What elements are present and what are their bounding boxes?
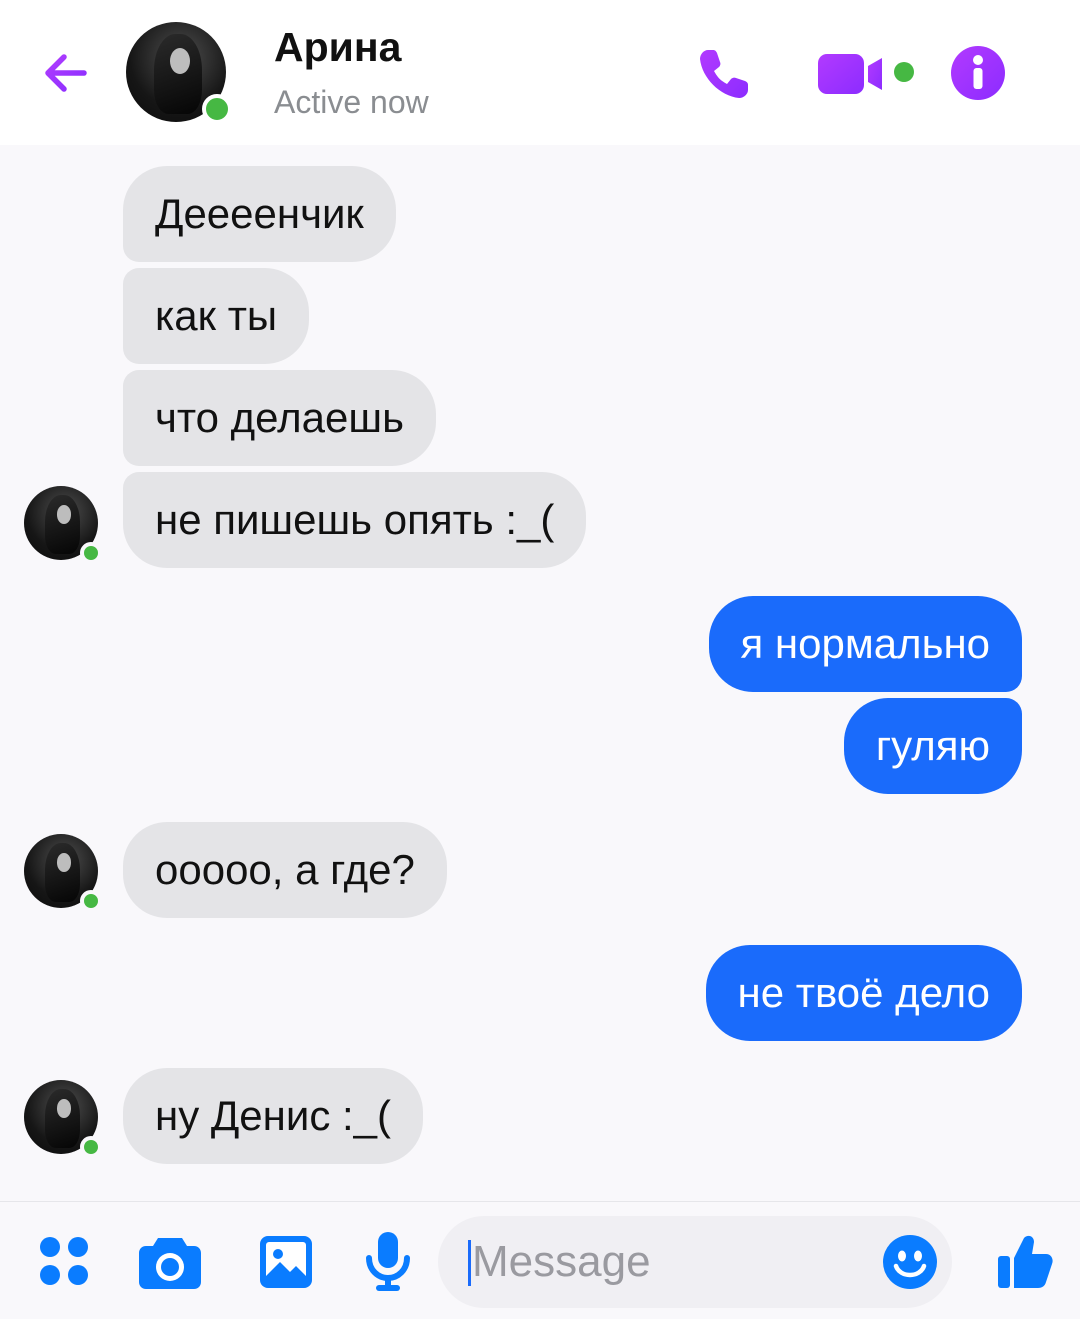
video-camera-icon [818, 54, 914, 94]
phone-icon [700, 50, 748, 98]
sender-avatar[interactable] [24, 486, 102, 564]
microphone-icon [366, 1232, 410, 1291]
online-indicator [80, 1136, 102, 1158]
conversation-info-button[interactable] [950, 45, 1006, 101]
voice-message-button[interactable] [364, 1230, 412, 1297]
contact-name[interactable]: Арина [274, 24, 401, 71]
image-icon [260, 1236, 312, 1288]
contact-status: Active now [274, 84, 429, 120]
back-button[interactable] [40, 48, 90, 98]
incoming-message-bubble[interactable]: что делаешь [123, 370, 436, 466]
arrow-left-icon [45, 54, 87, 92]
audio-call-button[interactable] [694, 44, 754, 104]
apps-button[interactable] [38, 1235, 94, 1292]
message-placeholder: Message [472, 1237, 651, 1286]
sender-avatar[interactable] [24, 834, 102, 912]
camera-button[interactable] [138, 1234, 202, 1295]
incoming-message-bubble[interactable]: Деееенчик [123, 166, 396, 262]
outgoing-message-bubble[interactable]: я нормально [708, 596, 1022, 692]
online-indicator [202, 94, 232, 124]
camera-icon [139, 1238, 201, 1289]
incoming-message-bubble[interactable]: ооооо, а где? [123, 822, 447, 918]
smiley-icon [883, 1235, 937, 1289]
sender-avatar[interactable] [24, 1080, 102, 1158]
chat-header: Арина Active now [0, 0, 1080, 145]
composer-bar: Message [0, 1201, 1080, 1319]
online-indicator [80, 890, 102, 912]
message-input[interactable]: Message [438, 1216, 952, 1308]
contact-avatar[interactable] [126, 22, 232, 124]
thumbs-up-icon [998, 1235, 1053, 1288]
emoji-button[interactable] [882, 1234, 938, 1290]
info-icon [951, 46, 1005, 100]
online-indicator [80, 542, 102, 564]
video-call-button[interactable] [816, 50, 916, 100]
outgoing-message-bubble[interactable]: гуляю [843, 698, 1022, 794]
outgoing-message-bubble[interactable]: не твоё дело [705, 945, 1022, 1041]
text-caret [468, 1240, 471, 1286]
incoming-message-bubble[interactable]: не пишешь опять :_( [123, 472, 587, 568]
like-button[interactable] [996, 1232, 1054, 1295]
gallery-button[interactable] [258, 1232, 314, 1295]
incoming-message-bubble[interactable]: как ты [123, 268, 310, 364]
grid-dots-icon [40, 1237, 88, 1285]
incoming-message-bubble[interactable]: ну Денис :_( [123, 1068, 424, 1164]
